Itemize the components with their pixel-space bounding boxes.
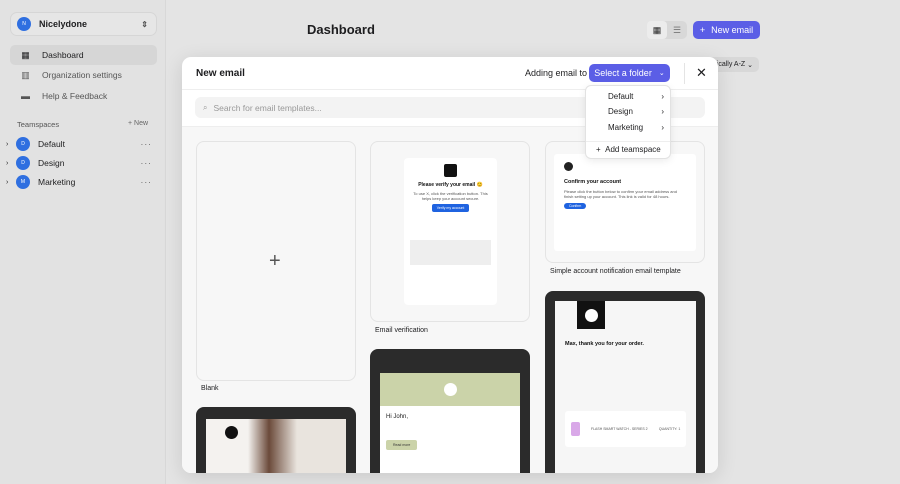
search-placeholder: Search for email templates... <box>213 102 322 113</box>
avatar: M <box>16 175 30 189</box>
org-name: Nicelydone <box>39 19 88 29</box>
template-photo[interactable] <box>196 407 356 473</box>
template-blank[interactable]: + <box>196 141 356 381</box>
more-icon[interactable]: ··· <box>141 177 153 187</box>
modal-title: New email <box>196 67 245 79</box>
folder-option-marketing[interactable]: Marketing › <box>608 123 664 132</box>
template-label: Blank <box>201 385 219 392</box>
add-teamspace-button[interactable]: + Add teamspace <box>596 145 661 154</box>
new-label: New <box>134 120 149 127</box>
option-label: Design <box>608 107 633 116</box>
new-email-label: New email <box>711 25 754 35</box>
divider <box>684 63 685 84</box>
plus-icon: + <box>699 25 706 35</box>
grid-view-icon[interactable]: ▦ <box>647 21 667 39</box>
grid-icon: ▦ <box>21 49 30 60</box>
bolt-logo-icon <box>584 308 598 322</box>
folder-option-design[interactable]: Design › <box>608 107 664 116</box>
add-teamspace-label: Add teamspace <box>605 145 661 154</box>
logo-icon <box>444 164 457 177</box>
plus-icon: + <box>269 250 281 272</box>
teamspace-label: Default <box>38 139 65 149</box>
chevron-updown-icon: ⇕ <box>141 19 148 29</box>
chevron-right-icon: › <box>661 123 664 132</box>
preview-button: Read more <box>386 440 418 450</box>
sidebar-item-help-feedback[interactable]: ▬ Help & Feedback <box>10 86 157 106</box>
view-toggle[interactable]: ▦ ☰ <box>647 21 687 39</box>
divider <box>586 141 670 142</box>
preview-body: Please click the button below to confirm… <box>564 189 677 199</box>
sidebar-item-dashboard[interactable]: ▦ Dashboard <box>10 45 157 65</box>
preview-body: To use X, click the verification button.… <box>413 191 488 201</box>
preview-qty: QUANTITY: 1 <box>658 427 681 431</box>
adding-label: Adding email to <box>525 68 588 78</box>
teamspace-default[interactable]: › D Default ··· <box>6 136 156 152</box>
more-icon[interactable]: ··· <box>141 158 153 168</box>
list-view-icon[interactable]: ☰ <box>667 21 687 39</box>
option-label: Default <box>608 92 634 101</box>
folder-option-default[interactable]: Default › <box>608 92 664 101</box>
search-icon: ⌕ <box>203 102 208 112</box>
bolt-logo-icon <box>225 426 238 439</box>
chat-icon: ▬ <box>21 91 30 101</box>
chevron-right-icon[interactable]: › <box>6 160 16 167</box>
chevron-right-icon: › <box>661 107 664 116</box>
new-email-button[interactable]: + New email <box>693 21 760 39</box>
chevron-right-icon: › <box>661 92 664 101</box>
template-label: Email verification <box>375 327 428 334</box>
sidebar: N Nicelydone ⇕ ▦ Dashboard ▥ Organization … <box>0 0 166 484</box>
template-grid: + Blank Please verify your email 😊 To us… <box>182 126 718 473</box>
more-icon[interactable]: ··· <box>141 139 153 149</box>
sidebar-item-organization-settings[interactable]: ▥ Organization settings <box>10 65 157 85</box>
preview-heading: Please verify your email 😊 <box>418 182 483 188</box>
select-folder-button[interactable]: Select a folder ⌄ <box>589 64 670 82</box>
chevron-down-icon: ⌄ <box>658 70 665 77</box>
option-label: Marketing <box>608 123 644 132</box>
preview-product: FLASH SMART WATCH - SERIES 2 <box>590 427 648 431</box>
close-icon[interactable]: ✕ <box>696 65 707 81</box>
nav-label: Organization settings <box>42 70 122 80</box>
bolt-logo-icon <box>443 383 457 396</box>
teamspaces-heading: Teamspaces <box>17 120 60 129</box>
building-icon: ▥ <box>21 69 30 80</box>
preview-button: Confirm <box>564 203 587 209</box>
avatar: D <box>16 156 30 170</box>
template-simple-account[interactable]: Confirm your account Please click the bu… <box>545 141 705 263</box>
nav-label: Help & Feedback <box>42 91 108 101</box>
folder-label: Select a folder <box>594 68 652 78</box>
logo-icon <box>564 162 573 171</box>
preview-button: Verify my account <box>431 204 470 212</box>
folder-dropdown: Default › Design › Marketing › + Add teamsp… <box>585 85 671 159</box>
avatar: D <box>16 137 30 151</box>
nav-label: Dashboard <box>42 50 84 60</box>
new-teamspace-button[interactable]: + New <box>128 120 148 127</box>
preview-heading: Max, thank you for your order. <box>565 341 644 347</box>
template-john[interactable]: Hi John, Read more <box>370 349 530 473</box>
template-label: Simple account notification email templa… <box>550 268 681 275</box>
template-order[interactable]: Max, thank you for your order. FLASH SMA… <box>545 291 705 473</box>
chevron-right-icon[interactable]: › <box>6 179 16 186</box>
plus-icon: + <box>596 145 601 154</box>
template-email-verification[interactable]: Please verify your email 😊 To use X, cli… <box>370 141 530 322</box>
teamspace-label: Marketing <box>38 177 76 187</box>
org-switcher[interactable]: N Nicelydone ⇕ <box>10 12 157 36</box>
teamspace-design[interactable]: › D Design ··· <box>6 155 156 171</box>
org-avatar: N <box>17 17 31 31</box>
preview-heading: Hi John, <box>386 414 409 420</box>
sort-label: ically A-Z <box>716 61 746 68</box>
page-title: Dashboard <box>307 22 375 37</box>
preview-heading: Confirm your account <box>564 179 622 185</box>
chevron-right-icon[interactable]: › <box>6 141 16 148</box>
teamspace-marketing[interactable]: › M Marketing ··· <box>6 174 156 190</box>
teamspace-label: Design <box>38 158 65 168</box>
